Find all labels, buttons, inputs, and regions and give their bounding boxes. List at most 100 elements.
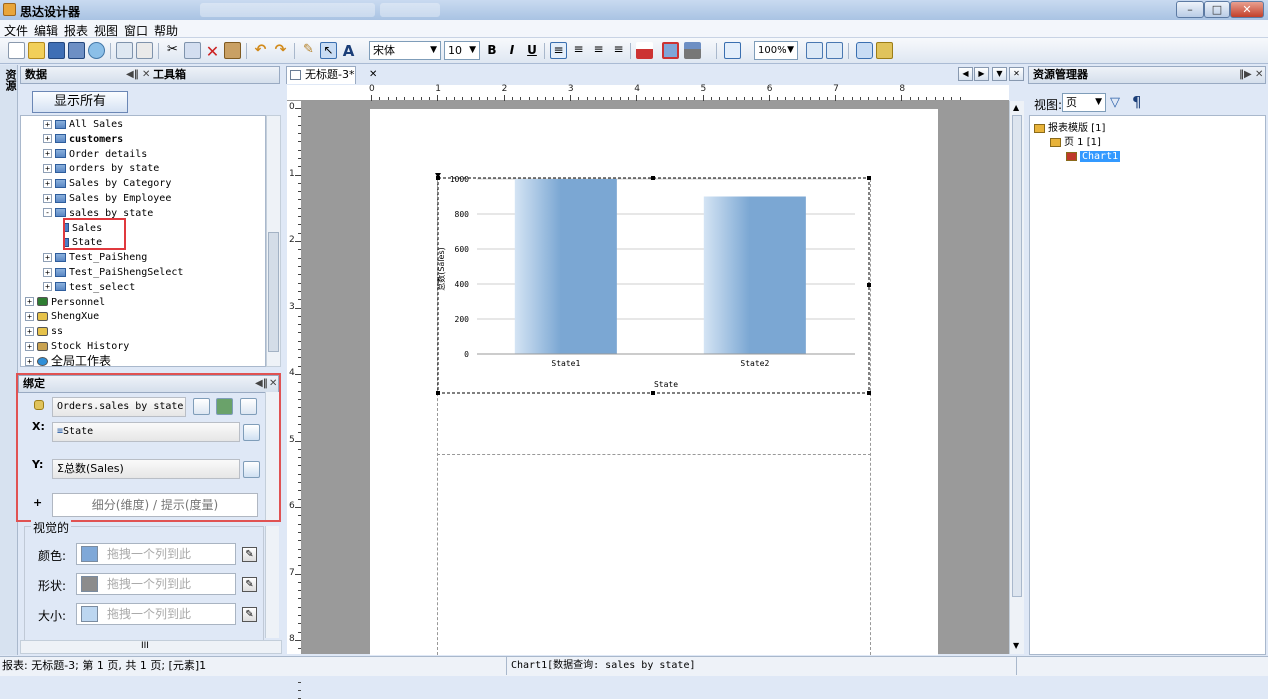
expand-icon[interactable]: +: [25, 311, 34, 321]
scroll-left-icon[interactable]: ◀: [958, 67, 973, 81]
chart-type-icon[interactable]: [193, 398, 210, 415]
resize-handle[interactable]: [436, 176, 440, 180]
resource-tree[interactable]: 报表模版 [1] 页 1 [1] Chart1: [1029, 115, 1266, 655]
paste-icon[interactable]: [224, 42, 241, 59]
filter-icon[interactable]: ▽: [1110, 95, 1130, 110]
tree-scrollbar[interactable]: [266, 115, 281, 367]
pin-icon[interactable]: ‖▶: [1239, 67, 1252, 83]
open-folder-icon[interactable]: [28, 42, 45, 59]
resource-strip[interactable]: 资源: [0, 65, 18, 655]
select-pointer-icon[interactable]: ↖: [320, 42, 337, 59]
close-button[interactable]: ✕: [1230, 1, 1264, 18]
binding-scrollbar[interactable]: [265, 392, 279, 520]
edit-icon[interactable]: ✎: [242, 607, 257, 622]
expand-icon[interactable]: +: [43, 267, 52, 277]
tree-item[interactable]: + 全局工作表: [25, 354, 111, 366]
tab-document[interactable]: 无标题-3* ✕: [286, 66, 377, 84]
expand-icon[interactable]: +: [43, 149, 52, 159]
align-justify-icon[interactable]: ≡: [610, 42, 627, 59]
canvas-scrollbar[interactable]: ▲ ▼: [1009, 101, 1024, 654]
redo-icon[interactable]: ↷: [272, 42, 289, 59]
chart-style-icon[interactable]: [216, 398, 233, 415]
resize-handle[interactable]: [867, 176, 871, 180]
report-page[interactable]: 0 200 400 600 800 1000 State1 State2 State 总数(Sal…: [370, 109, 938, 655]
tab-toolbox[interactable]: 工具箱: [153, 67, 186, 83]
expand-icon[interactable]: +: [43, 163, 52, 173]
resize-handle[interactable]: [867, 391, 871, 395]
menu-edit[interactable]: 编辑: [34, 22, 58, 39]
menu-file[interactable]: 文件: [4, 22, 28, 39]
breakdown-drop-zone[interactable]: 细分(维度) / 提示(度量): [52, 493, 258, 517]
zoom-select[interactable]: 100% ▼: [754, 41, 798, 60]
scroll-right-icon[interactable]: ▶: [974, 67, 989, 81]
calculator-icon[interactable]: [243, 461, 260, 478]
minimize-button[interactable]: –: [1176, 1, 1204, 18]
datasource-field[interactable]: Orders.sales by state: [52, 397, 186, 417]
tree-item[interactable]: + test_select: [43, 280, 135, 295]
scroll-up-icon[interactable]: ▲: [1013, 103, 1019, 112]
resize-handle[interactable]: [651, 391, 655, 395]
font-size-select[interactable]: 10 ▼: [444, 41, 480, 60]
fill-color-icon[interactable]: [636, 42, 653, 59]
resize-handle[interactable]: [867, 283, 871, 287]
close-icon[interactable]: ✕: [142, 67, 150, 83]
tree-item[interactable]: + Test_PaiShengSelect: [43, 265, 183, 280]
close-icon[interactable]: ✕: [369, 67, 377, 83]
calculator-icon[interactable]: [243, 424, 260, 441]
data-tree[interactable]: + All Sales + customers + Order details + order…: [20, 115, 266, 367]
border-style-icon[interactable]: [684, 42, 701, 59]
maximize-button[interactable]: □: [1204, 1, 1230, 18]
tree-item[interactable]: + orders by state: [43, 161, 159, 176]
expand-icon[interactable]: +: [25, 326, 34, 336]
bar-chart[interactable]: 0 200 400 600 800 1000 State1 State2 State 总数(Sal…: [430, 169, 880, 399]
new-icon[interactable]: [8, 42, 25, 59]
x-field[interactable]: ≡State: [52, 422, 240, 442]
expand-icon[interactable]: +: [25, 297, 34, 307]
collapse-icon[interactable]: -: [43, 208, 52, 218]
color-drop-box[interactable]: 拖拽一个列到此: [76, 543, 236, 565]
expand-icon[interactable]: +: [25, 341, 34, 351]
expand-icon[interactable]: +: [25, 357, 34, 366]
tree-item[interactable]: + Stock History: [25, 339, 129, 354]
resource-tree-item[interactable]: 报表模版 [1]: [1034, 121, 1105, 136]
zoom-in-icon[interactable]: [826, 42, 843, 59]
resize-handle[interactable]: [651, 176, 655, 180]
underline-button[interactable]: U: [524, 42, 540, 59]
close-icon[interactable]: ✕: [269, 376, 277, 392]
menu-report[interactable]: 报表: [64, 22, 88, 39]
tree-item[interactable]: + customers: [43, 132, 123, 147]
tree-item[interactable]: + ShengXue: [25, 309, 99, 324]
tab-data[interactable]: 数据: [25, 68, 47, 81]
scroll-down-icon[interactable]: ▼: [1013, 641, 1019, 650]
edit-icon[interactable]: ✎: [242, 577, 257, 592]
visual-scrollbar[interactable]: [265, 526, 279, 638]
delete-icon[interactable]: ✕: [204, 42, 221, 61]
copy-icon[interactable]: [184, 42, 201, 59]
horizontal-scrollbar[interactable]: III: [20, 640, 282, 654]
align-right-icon[interactable]: ≡: [590, 42, 607, 59]
save-icon[interactable]: [48, 42, 65, 59]
expand-icon[interactable]: +: [43, 282, 52, 292]
menu-window[interactable]: 窗口: [124, 22, 148, 39]
border-color-icon[interactable]: [662, 42, 679, 59]
bold-button[interactable]: B: [484, 42, 500, 59]
pin-icon[interactable]: ◀‖: [126, 67, 139, 83]
show-all-button[interactable]: 显示所有: [32, 91, 128, 113]
view-select[interactable]: 页 ▼: [1062, 93, 1106, 112]
print-preview-icon[interactable]: [136, 42, 153, 59]
save-all-icon[interactable]: [68, 42, 85, 59]
tree-item[interactable]: + Test_PaiSheng: [43, 250, 147, 265]
align-center-icon[interactable]: ≡: [570, 42, 587, 59]
shape-drop-box[interactable]: 拖拽一个列到此: [76, 573, 236, 595]
preview-icon[interactable]: [88, 42, 105, 59]
resource-tree-item[interactable]: Chart1: [1066, 149, 1121, 164]
resource-tree-item[interactable]: 页 1 [1]: [1050, 135, 1101, 150]
align-left-icon[interactable]: ≡: [550, 42, 567, 59]
font-name-select[interactable]: 宋体 ▼: [369, 41, 441, 60]
paragraph-icon[interactable]: ¶: [1132, 93, 1146, 111]
close-icon[interactable]: ✕: [1009, 67, 1024, 81]
expand-icon[interactable]: +: [43, 178, 52, 188]
close-icon[interactable]: ✕: [1255, 67, 1263, 83]
expand-icon[interactable]: +: [43, 252, 52, 262]
tree-item[interactable]: + Order details: [43, 147, 147, 162]
